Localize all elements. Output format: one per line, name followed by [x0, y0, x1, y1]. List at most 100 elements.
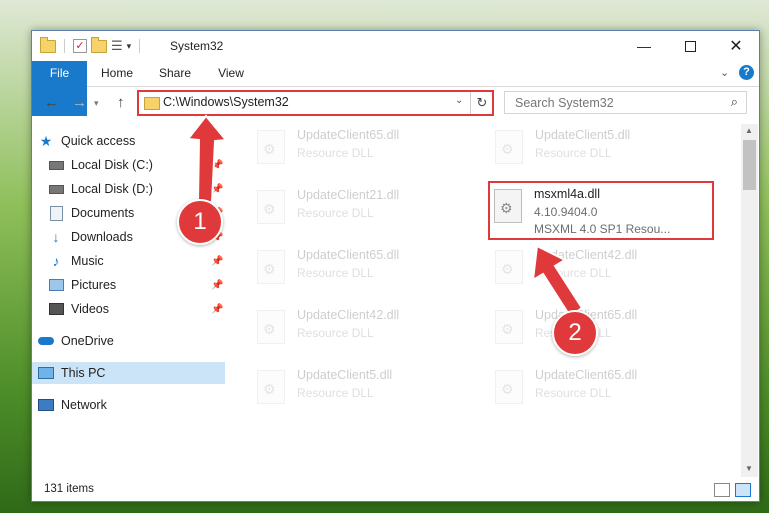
- chevron-down-icon[interactable]: ⌄: [455, 95, 463, 106]
- expand-ribbon-icon[interactable]: ⌄: [720, 66, 729, 79]
- large-icons-view-icon[interactable]: [735, 483, 751, 497]
- sidebar-item-label: Documents: [71, 206, 135, 220]
- dll-file-icon: [495, 250, 523, 284]
- search-input[interactable]: [513, 95, 717, 111]
- close-button[interactable]: ✕: [713, 31, 759, 61]
- sidebar-item-videos[interactable]: Videos 📌: [48, 298, 231, 320]
- explorer-window: ✓ ☰ ▾ System32 — ✕ File Home Share View …: [31, 30, 760, 502]
- new-folder-icon[interactable]: [91, 36, 107, 53]
- maximize-icon: [684, 40, 696, 52]
- videos-icon-wrap: [48, 302, 64, 316]
- properties-check-icon[interactable]: ✓: [73, 39, 87, 53]
- sidebar-item-local-disk-c[interactable]: Local Disk (C:) 📌: [48, 154, 231, 176]
- sidebar-item-music[interactable]: ♪ Music 📌: [48, 250, 231, 272]
- file-item[interactable]: UpdateClient65.dll Resource DLL: [491, 364, 721, 419]
- navigation-pane: ★ Quick access Local Disk (C:) 📌 Local D…: [32, 124, 232, 464]
- file-item[interactable]: UpdateClient5.dll Resource DLL: [491, 124, 721, 179]
- tab-home[interactable]: Home: [94, 61, 140, 86]
- step-2-badge: 2: [552, 310, 598, 356]
- back-button[interactable]: ←: [44, 94, 59, 111]
- sidebar-item-onedrive[interactable]: OneDrive: [38, 330, 231, 352]
- file-item[interactable]: UpdateClient21.dll Resource DLL: [253, 184, 483, 239]
- dll-file-icon: [257, 310, 285, 344]
- tab-share[interactable]: Share: [150, 61, 200, 86]
- minimize-button[interactable]: —: [621, 31, 667, 61]
- sidebar-item-this-pc[interactable]: This PC: [32, 362, 225, 384]
- download-icon: ↓: [52, 229, 60, 245]
- computer-icon: [38, 367, 54, 379]
- sidebar-item-label: Local Disk (D:): [71, 182, 153, 196]
- qat-dropdown-icon[interactable]: ▾: [127, 41, 132, 52]
- tab-view[interactable]: View: [210, 61, 252, 86]
- forward-button[interactable]: →: [72, 94, 87, 111]
- window-title: System32: [170, 39, 224, 53]
- address-bar[interactable]: C:\Windows\System32 ⌄ ↻: [137, 90, 494, 116]
- cloud-icon: [38, 337, 54, 345]
- sidebar-item-network[interactable]: Network: [38, 394, 231, 416]
- file-item[interactable]: UpdateClient5.dll Resource DLL: [253, 364, 483, 419]
- search-box[interactable]: ⌕: [504, 91, 747, 114]
- drive-icon: [48, 160, 64, 170]
- dll-file-icon: [257, 370, 285, 404]
- file-item[interactable]: UpdateClient42.dll Resource DLL: [253, 304, 483, 359]
- customize-view-icon[interactable]: ☰: [111, 38, 123, 54]
- computer-icon-wrap: [38, 366, 54, 380]
- scroll-up-icon[interactable]: ▲: [745, 126, 753, 135]
- folder-icon: [40, 36, 56, 53]
- file-list: UpdateClient65.dll Resource DLL UpdateCl…: [253, 124, 739, 464]
- help-icon[interactable]: ?: [739, 65, 754, 80]
- toolbar-divider: [139, 39, 141, 53]
- file-type: Resource DLL: [297, 326, 374, 340]
- item-count: 131 items: [44, 483, 94, 495]
- pin-icon: 📌: [211, 279, 224, 291]
- file-item[interactable]: UpdateClient65.dll Resource DLL: [253, 244, 483, 299]
- sidebar-item-local-disk-d[interactable]: Local Disk (D:) 📌: [48, 178, 231, 200]
- sidebar-item-pictures[interactable]: Pictures 📌: [48, 274, 231, 296]
- details-view-icon[interactable]: [714, 483, 730, 497]
- network-icon: [38, 399, 54, 411]
- file-type: Resource DLL: [535, 386, 612, 400]
- sidebar-item-label: This PC: [61, 366, 106, 380]
- pictures-icon: [48, 279, 64, 291]
- dll-file-icon: [494, 189, 522, 223]
- search-icon[interactable]: ⌕: [731, 94, 738, 110]
- file-name: UpdateClient42.dll: [297, 308, 400, 322]
- up-button[interactable]: ↑: [117, 94, 125, 111]
- scroll-thumb[interactable]: [743, 140, 756, 190]
- maximize-button[interactable]: [667, 31, 713, 61]
- sidebar-item-label: Downloads: [71, 230, 133, 244]
- quick-access-toolbar: ✓ ☰ ▾: [40, 36, 144, 54]
- file-description: MSXML 4.0 SP1 Resou...: [534, 222, 671, 236]
- file-item[interactable]: UpdateClient65.dll Resource DLL: [491, 304, 721, 359]
- sidebar-item-quick-access[interactable]: ★ Quick access: [38, 130, 231, 152]
- address-path[interactable]: C:\Windows\System32: [163, 95, 289, 109]
- documents-icon-wrap: [48, 205, 64, 221]
- file-name: msxml4a.dll: [534, 187, 600, 201]
- sidebar-item-label: Pictures: [71, 278, 117, 292]
- file-name: UpdateClient42.dll: [535, 248, 638, 262]
- file-type: Resource DLL: [535, 146, 612, 160]
- drive-icon: [48, 184, 64, 194]
- file-item[interactable]: UpdateClient65.dll Resource DLL: [253, 124, 483, 179]
- file-item-msxml4a[interactable]: msxml4a.dll 4.10.9404.0 MSXML 4.0 SP1 Re…: [488, 181, 714, 240]
- pin-icon: 📌: [211, 255, 224, 267]
- vertical-scrollbar[interactable]: ▲ ▼: [741, 124, 758, 477]
- file-name: UpdateClient5.dll: [535, 128, 631, 142]
- file-type: Resource DLL: [297, 266, 374, 280]
- file-item[interactable]: UpdateClient42.dll Resource DLL: [491, 244, 721, 299]
- scroll-down-icon[interactable]: ▼: [745, 464, 753, 473]
- file-type: Resource DLL: [297, 206, 374, 220]
- sidebar-item-label: Videos: [71, 302, 109, 316]
- pin-icon: 📌: [211, 183, 224, 195]
- file-type: Resource DLL: [297, 386, 374, 400]
- recent-locations-icon[interactable]: ▾: [94, 98, 99, 109]
- sidebar-item-label: Local Disk (C:): [71, 158, 153, 172]
- folder-icon: [144, 97, 160, 110]
- refresh-button[interactable]: ↻: [470, 92, 493, 114]
- pin-icon: 📌: [211, 159, 224, 171]
- file-name: UpdateClient65.dll: [297, 128, 400, 142]
- toolbar-divider: [64, 39, 65, 53]
- status-bar: 131 items: [32, 479, 759, 501]
- file-type: Resource DLL: [535, 266, 612, 280]
- star-icon: ★: [39, 132, 53, 149]
